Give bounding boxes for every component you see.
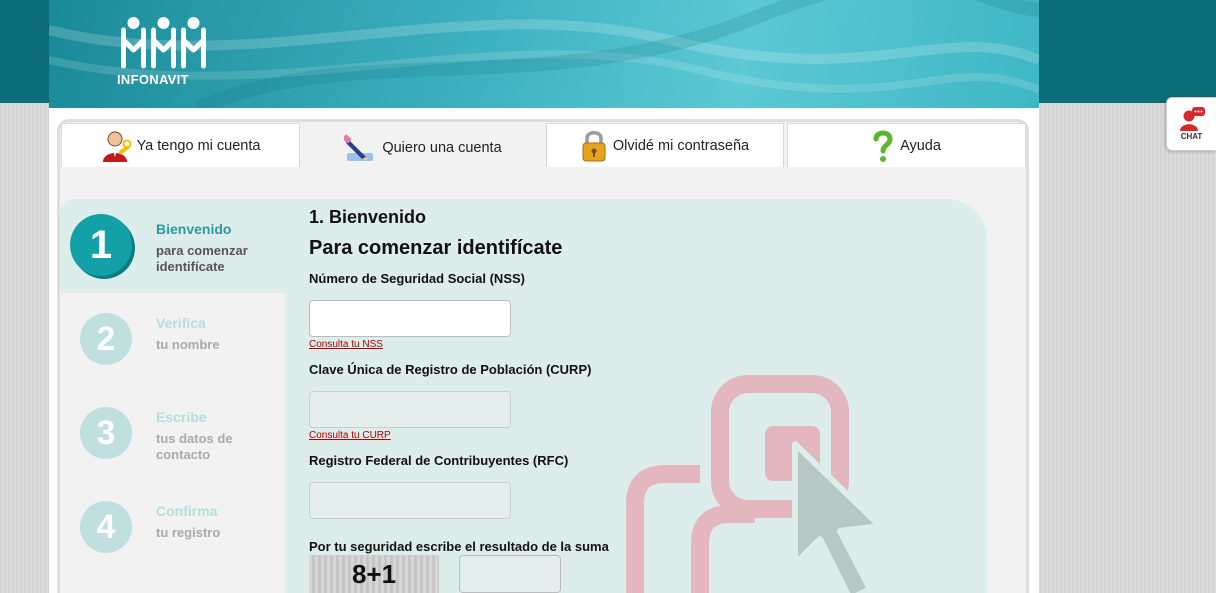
rfc-label: Registro Federal de Contribuyentes (RFC) — [309, 453, 569, 468]
consulta-nss-link[interactable]: Consulta tu NSS — [309, 339, 383, 350]
tab-quiero-una-cuenta[interactable]: Quiero una cuenta — [304, 123, 542, 171]
form-heading: Para comenzar identifícate — [309, 237, 563, 259]
question-mark-icon — [873, 130, 893, 162]
captcha-image: 8+1 — [309, 555, 439, 593]
steps-sidebar: 1 Bienvenido para comenzar identifícate … — [60, 199, 285, 593]
chat-label: CHAT — [1180, 132, 1203, 141]
step-subtitle: para comenzar identifícate — [156, 243, 248, 274]
step-2: 2 Verifica tu nombre — [60, 299, 285, 393]
link-cursor-watermark-icon — [626, 375, 883, 593]
chat-button[interactable]: CHAT — [1166, 97, 1216, 151]
curp-input[interactable] — [309, 391, 511, 428]
step-number: 2 — [80, 313, 132, 365]
step-1: 1 Bienvenido para comenzar identifícate — [60, 199, 285, 293]
tab-label: Olvidé mi contraseña — [612, 137, 750, 154]
captcha-label: Por tu seguridad escribe el resultado de… — [309, 539, 609, 554]
nss-label: Número de Seguridad Social (NSS) — [309, 271, 525, 286]
step-title: Verifica — [156, 315, 206, 331]
tab-label: Ya tengo mi cuenta — [136, 137, 261, 154]
tab-label: Ayuda — [900, 137, 941, 154]
step-subtitle: tus datos de contacto — [156, 431, 233, 462]
consulta-curp-link[interactable]: Consulta tu CURP — [309, 430, 391, 441]
padlock-icon — [582, 130, 606, 161]
registration-form: 1. Bienvenido Para comenzar identifícate… — [285, 199, 987, 593]
step-subtitle: tu nombre — [156, 337, 220, 352]
infonavit-logo-icon — [121, 17, 206, 69]
step-title: Confirma — [156, 503, 218, 519]
tab-olvide-mi-contrasena[interactable]: Olvidé mi contraseña — [546, 123, 784, 167]
step-number: 1 — [70, 214, 132, 276]
step-3: 3 Escribe tus datos de contacto — [60, 393, 285, 487]
step-number: 4 — [80, 501, 132, 553]
tab-label: Quiero una cuenta — [382, 139, 502, 156]
nss-input[interactable] — [309, 300, 511, 337]
user-key-icon — [102, 131, 131, 162]
step-title: Escribe — [156, 409, 207, 425]
site-header: INFONAVIT — [49, 0, 1039, 108]
step-heading: 1. Bienvenido — [309, 207, 427, 227]
logo-text: INFONAVIT — [117, 72, 189, 87]
rfc-input[interactable] — [309, 482, 511, 519]
pencil-icon — [344, 134, 374, 161]
step-4: 4 Confirma tu registro — [60, 487, 285, 581]
step-title: Bienvenido — [156, 221, 232, 237]
tab-ya-tengo-mi-cuenta[interactable]: Ya tengo mi cuenta — [61, 123, 300, 167]
curp-label: Clave Única de Registro de Población (CU… — [309, 362, 592, 377]
tab-ayuda[interactable]: Ayuda — [787, 123, 1026, 167]
chat-agent-icon — [1179, 107, 1205, 131]
step-subtitle: tu registro — [156, 525, 221, 540]
step-number: 3 — [80, 407, 132, 459]
captcha-input[interactable] — [459, 555, 561, 593]
